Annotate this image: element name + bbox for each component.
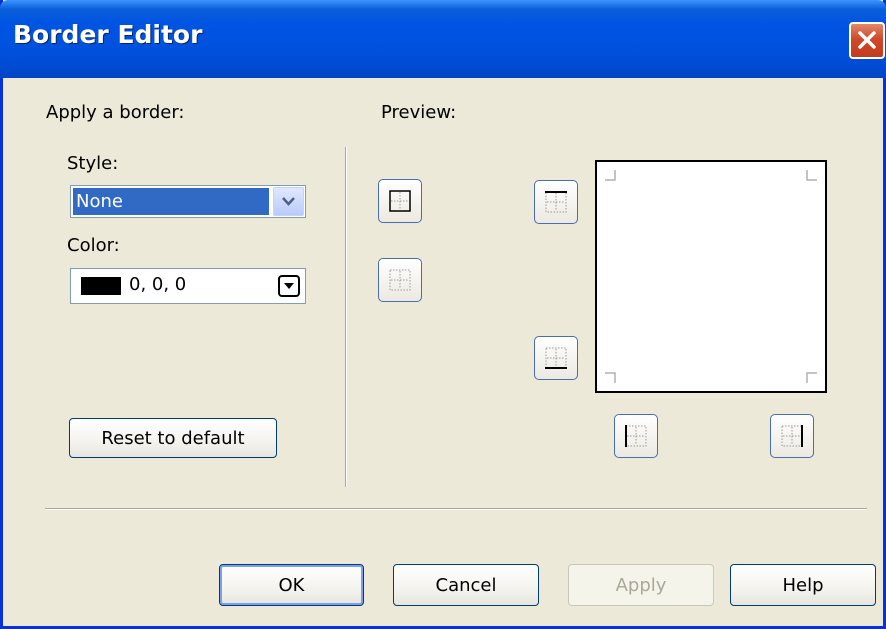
color-label: Color: [67, 235, 120, 256]
preview-heading: Preview: [381, 102, 457, 123]
border-bottom-button[interactable] [534, 336, 578, 380]
border-right-button[interactable] [770, 414, 814, 458]
ok-button[interactable]: OK [219, 564, 364, 606]
apply-button[interactable]: Apply [568, 564, 714, 606]
title-bar[interactable]: Border Editor [0, 0, 886, 78]
close-button[interactable] [849, 22, 885, 59]
border-preview [595, 160, 827, 393]
apply-border-heading: Apply a border: [46, 102, 185, 123]
border-left-button[interactable] [614, 414, 658, 458]
border-all-button[interactable] [378, 179, 422, 223]
border-top-icon [545, 191, 567, 213]
reset-to-default-button[interactable]: Reset to default [69, 418, 277, 458]
vertical-divider [345, 147, 347, 487]
corner-marks-icon [605, 170, 817, 383]
window-title: Border Editor [13, 20, 203, 49]
border-top-button[interactable] [534, 180, 578, 224]
color-picker[interactable]: 0, 0, 0 [70, 268, 306, 304]
border-bottom-icon [545, 347, 567, 369]
border-none-button[interactable] [378, 258, 422, 302]
color-swatch [81, 277, 121, 295]
cancel-button[interactable]: Cancel [393, 564, 539, 606]
help-button[interactable]: Help [730, 564, 876, 606]
footer-divider [45, 508, 867, 510]
chevron-down-icon[interactable] [273, 187, 304, 216]
style-value: None [73, 188, 269, 215]
border-editor-dialog: Border Editor Apply a border: Preview: S… [0, 0, 886, 629]
border-left-icon [625, 425, 647, 447]
style-label: Style: [67, 153, 119, 174]
color-dropdown-icon[interactable] [278, 275, 300, 297]
border-all-icon [389, 190, 411, 212]
color-value: 0, 0, 0 [129, 274, 187, 295]
style-select[interactable]: None [70, 185, 306, 218]
border-none-icon [389, 269, 411, 291]
border-right-icon [781, 425, 803, 447]
close-icon [858, 31, 876, 49]
